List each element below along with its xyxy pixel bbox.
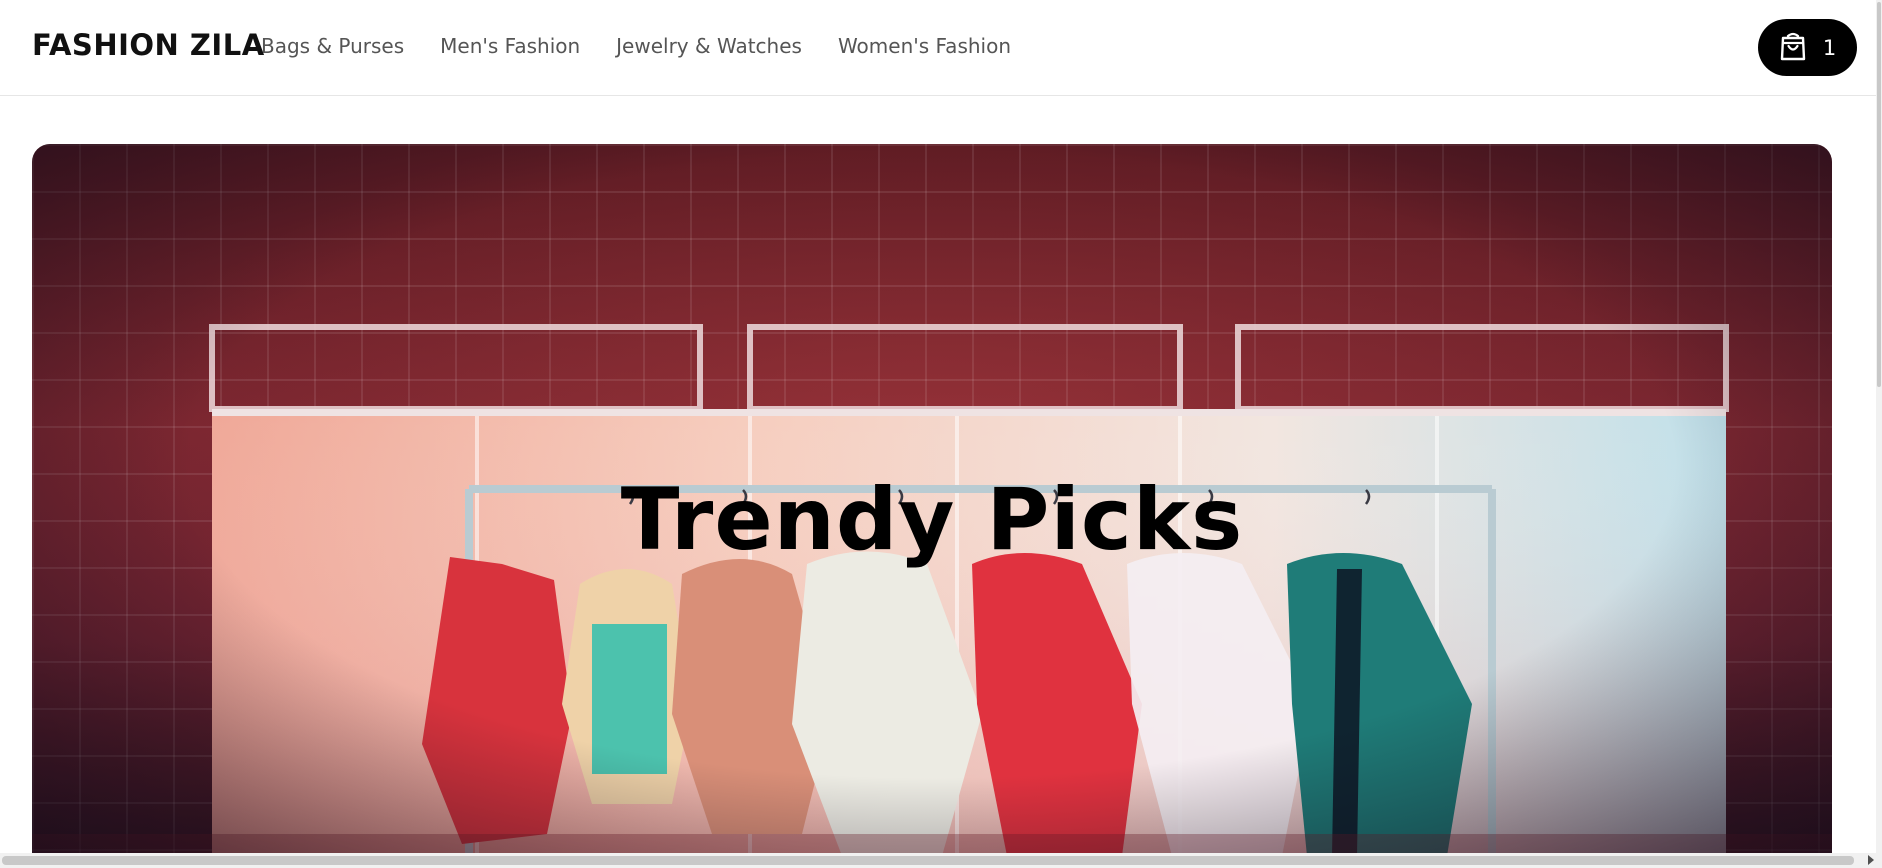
site-header: FASHION ZILA Bags & Purses Men's Fashion… — [0, 0, 1882, 96]
nav-link-womens-fashion[interactable]: Women's Fashion — [838, 34, 1011, 58]
page: FASHION ZILA Bags & Purses Men's Fashion… — [0, 0, 1882, 868]
vertical-scrollbar-thumb[interactable] — [1877, 2, 1881, 387]
brand-logo[interactable]: FASHION ZILA — [32, 28, 265, 62]
shopping-bag-icon — [1779, 31, 1807, 65]
main-nav: Bags & Purses Men's Fashion Jewelry & Wa… — [261, 34, 1011, 58]
hero-title: Trendy Picks — [620, 470, 1244, 570]
nav-link-jewelry-watches[interactable]: Jewelry & Watches — [616, 34, 802, 58]
cart-button[interactable]: 1 — [1758, 19, 1857, 76]
cart-count: 1 — [1822, 35, 1837, 60]
horizontal-scrollbar[interactable] — [0, 853, 1876, 868]
horizontal-scrollbar-thumb[interactable] — [2, 856, 1854, 865]
nav-link-bags-purses[interactable]: Bags & Purses — [261, 34, 404, 58]
scroll-right-arrow-icon[interactable] — [1868, 855, 1874, 865]
nav-link-mens-fashion[interactable]: Men's Fashion — [440, 34, 580, 58]
vertical-scrollbar[interactable] — [1876, 0, 1882, 868]
hero-banner: Trendy Picks — [32, 144, 1832, 856]
